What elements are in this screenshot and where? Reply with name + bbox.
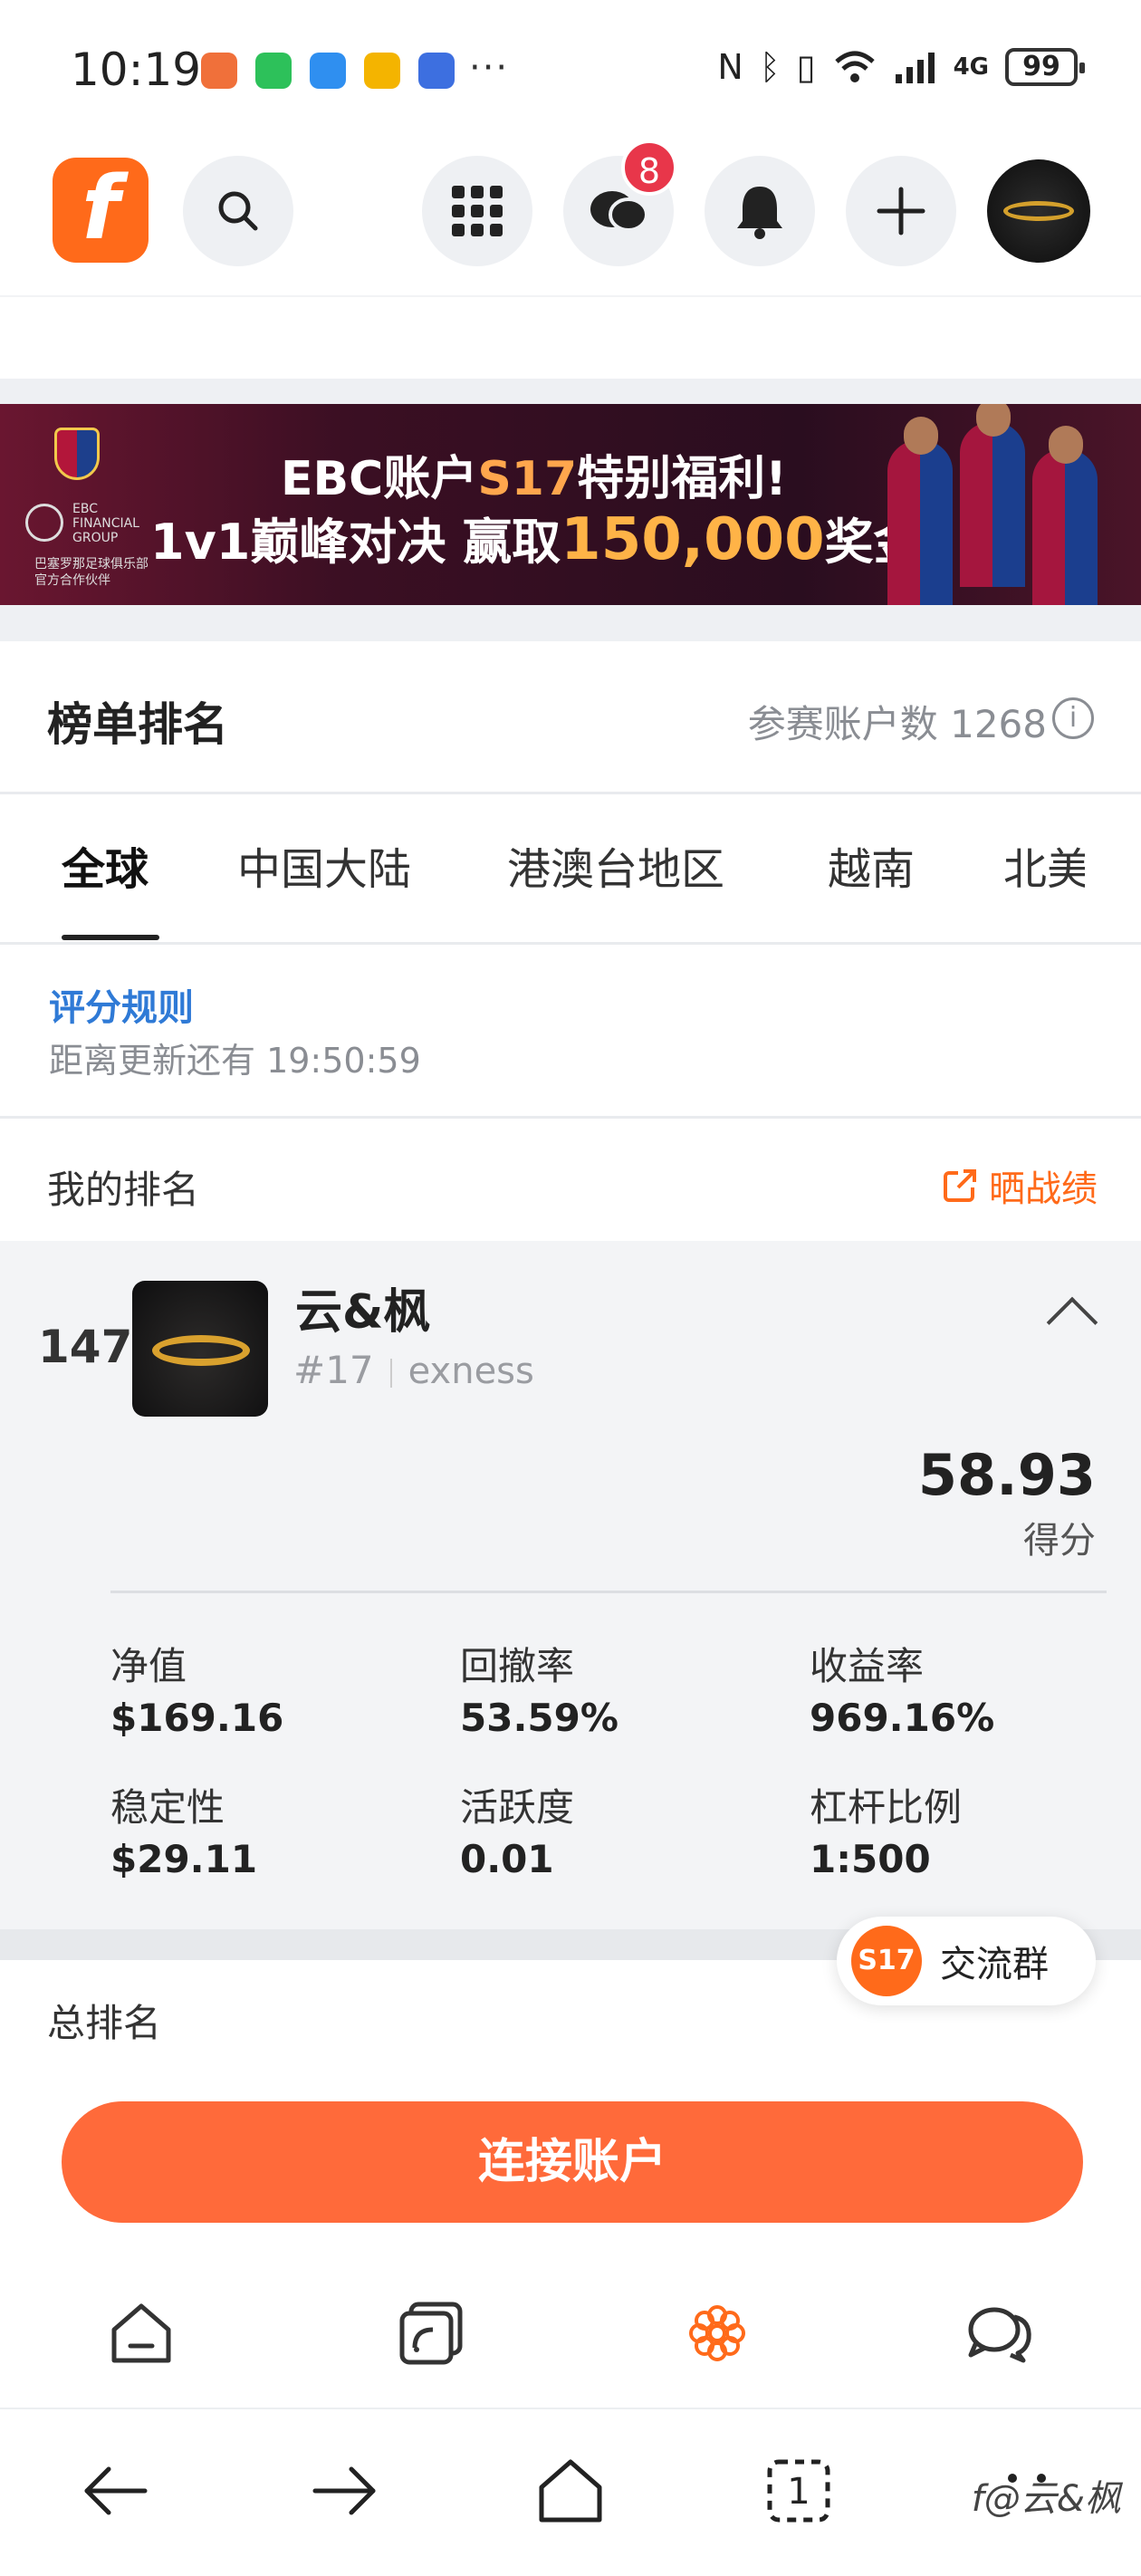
- section-gap: [0, 379, 1141, 404]
- bell-icon: [737, 187, 782, 239]
- network-type: 4G: [953, 53, 989, 81]
- app-logo[interactable]: f: [53, 158, 149, 263]
- back-arrow-icon[interactable]: [80, 2455, 152, 2527]
- ebc-logo-icon: [25, 504, 63, 542]
- stat-label-equity: 净值: [110, 1644, 187, 1688]
- chat-group-label: 交流群: [940, 1944, 1049, 1985]
- vibrate-icon: ▯: [796, 47, 816, 87]
- app-notification-icon: [201, 53, 237, 89]
- search-icon: [218, 191, 258, 231]
- ring-image: [152, 1335, 250, 1366]
- total-rank-label: 总排名: [47, 2001, 162, 2045]
- tabs-count-icon[interactable]: 1: [762, 2455, 835, 2527]
- stat-value-drawdown: 53.59%: [460, 1696, 618, 1740]
- fc-barcelona-crest-icon: [54, 428, 100, 480]
- player-image: [887, 417, 953, 605]
- my-rank-label: 我的排名: [47, 1168, 200, 1212]
- divider: [0, 1116, 1141, 1119]
- divider: [110, 1591, 1107, 1593]
- wechat-icon: [255, 53, 292, 89]
- section-gap: [0, 605, 1141, 641]
- stat-value-leverage: 1:500: [810, 1837, 931, 1881]
- stat-label-return: 收益率: [810, 1644, 925, 1688]
- share-label: 晒战绩: [989, 1168, 1098, 1210]
- watermark: f@云&枫: [971, 2478, 1121, 2520]
- player-image: [1032, 426, 1098, 605]
- tab-mainland-china[interactable]: 中国大陆: [237, 833, 411, 897]
- divider: [0, 295, 1141, 297]
- profile-avatar[interactable]: [987, 159, 1090, 263]
- messages-badge: 8: [621, 139, 677, 196]
- divider: [0, 792, 1141, 794]
- player-image: [960, 404, 1025, 587]
- info-icon[interactable]: i: [1052, 697, 1094, 739]
- connect-account-button[interactable]: 连接账户: [62, 2101, 1083, 2223]
- app-notification-icon: [310, 53, 346, 89]
- share-results-button[interactable]: 晒战绩: [942, 1159, 1098, 1212]
- rank-number: 147: [38, 1321, 133, 1373]
- chat-group-button[interactable]: S17 交流群: [837, 1917, 1096, 2005]
- ranking-title: 榜单排名: [47, 698, 228, 751]
- stat-value-equity: $169.16: [110, 1696, 284, 1740]
- apps-menu-button[interactable]: [422, 156, 532, 266]
- signal-icon: [895, 53, 935, 83]
- s17-badge-icon: S17: [851, 1926, 922, 1996]
- svg-text:1: 1: [787, 2471, 810, 2513]
- wifi-icon: [834, 51, 875, 82]
- stat-value-activity: 0.01: [460, 1837, 554, 1881]
- banner-headline: EBC账户S17特别福利!: [281, 452, 787, 506]
- battery-icon: 99: [1005, 48, 1085, 86]
- feed-icon[interactable]: [395, 2297, 467, 2369]
- stat-value-stability: $29.11: [110, 1837, 258, 1881]
- user-name: 云&枫: [295, 1285, 431, 1340]
- app-notification-icon: [418, 53, 455, 89]
- nfc-icon: N: [717, 47, 743, 87]
- home-icon[interactable]: [105, 2297, 177, 2369]
- promo-banner[interactable]: EBC FINANCIAL GROUP 巴塞罗那足球俱乐部 官方合作伙伴 EBC账…: [0, 404, 1141, 605]
- discover-flower-icon[interactable]: [681, 2297, 753, 2369]
- status-time: 10:19: [71, 43, 202, 96]
- account-tag: #17: [293, 1348, 374, 1392]
- plus-icon: [877, 187, 925, 235]
- tab-vietnam[interactable]: 越南: [828, 833, 915, 897]
- banner-partner-text: 巴塞罗那足球俱乐部 官方合作伙伴: [34, 557, 149, 588]
- broker-name: exness: [408, 1350, 534, 1392]
- tab-hk-macau-taiwan[interactable]: 港澳台地区: [507, 833, 724, 897]
- user-avatar[interactable]: [132, 1281, 268, 1417]
- stat-label-drawdown: 回撤率: [460, 1644, 575, 1688]
- more-notifications-icon: ···: [469, 47, 510, 89]
- notifications-button[interactable]: [705, 156, 815, 266]
- scoring-rules-link[interactable]: 评分规则: [49, 978, 194, 1031]
- score-label: 得分: [1023, 1520, 1096, 1562]
- status-bar: 10:19 ··· N ᛒ ▯ 4G 99: [0, 0, 1141, 136]
- notification-icons: [201, 53, 455, 89]
- mail-icon: [364, 53, 400, 89]
- system-indicators: N ᛒ ▯ 4G 99: [717, 47, 1085, 87]
- account-info: #17 exness: [293, 1348, 534, 1392]
- tab-global[interactable]: 全球: [62, 833, 149, 897]
- stat-value-return: 969.16%: [810, 1696, 995, 1740]
- browser-home-icon[interactable]: [534, 2455, 607, 2527]
- banner-brand: EBC FINANCIAL GROUP: [72, 502, 139, 545]
- chat-icon[interactable]: [964, 2297, 1036, 2369]
- divider: [0, 942, 1141, 945]
- grid-icon: [452, 186, 503, 236]
- forward-arrow-icon[interactable]: [308, 2455, 380, 2527]
- update-countdown: 距离更新还有 19:50:59: [49, 1041, 421, 1081]
- share-icon: [944, 1169, 976, 1202]
- score-value: 58.93: [917, 1442, 1096, 1508]
- ring-image: [1003, 201, 1074, 221]
- active-tab-indicator: [62, 935, 159, 940]
- tab-north-america[interactable]: 北美: [1003, 833, 1085, 897]
- stat-label-stability: 稳定性: [110, 1785, 225, 1830]
- search-button[interactable]: [183, 156, 293, 266]
- bluetooth-icon: ᛒ: [759, 47, 781, 87]
- add-button[interactable]: [846, 156, 956, 266]
- stat-label-activity: 活跃度: [460, 1785, 575, 1830]
- banner-subline: 1v1巅峰对决 赢取150,000奖金!: [150, 506, 945, 573]
- participants-count: 参赛账户数 1268: [747, 702, 1047, 746]
- stat-label-leverage: 杠杆比例: [810, 1785, 963, 1830]
